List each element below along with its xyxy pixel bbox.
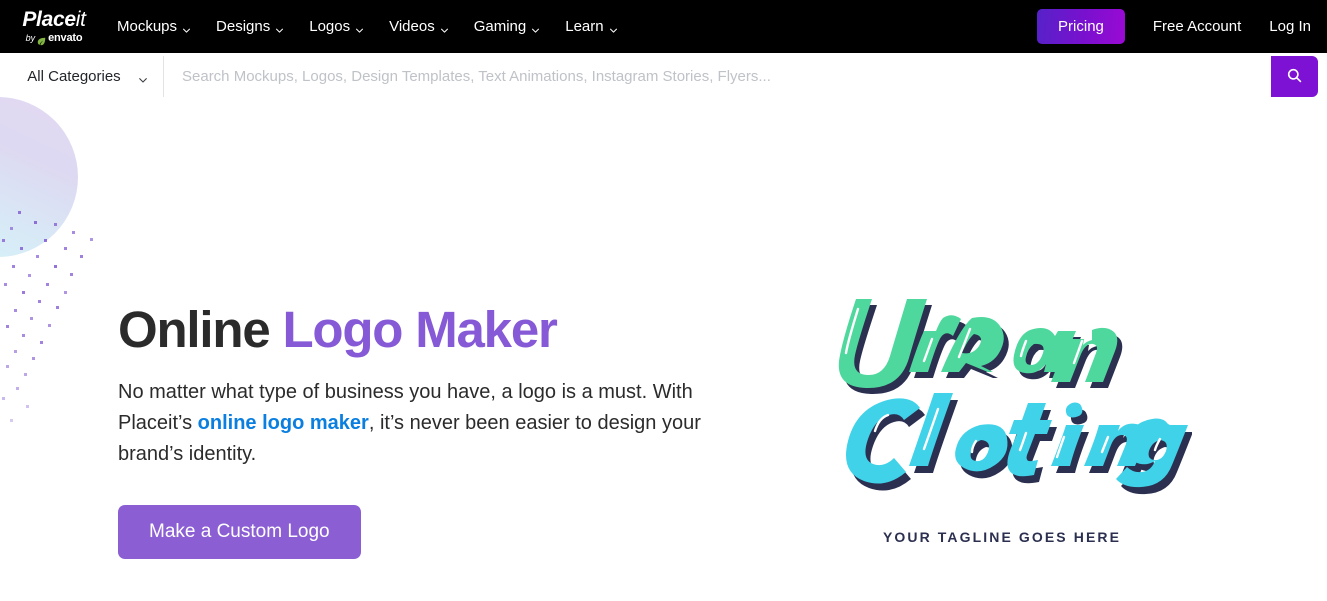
- brand-by-label: by: [25, 33, 36, 43]
- search-bar: All Categories: [12, 56, 1318, 97]
- search-icon: [1286, 67, 1303, 87]
- chevron-down-icon: [182, 22, 191, 33]
- pricing-button[interactable]: Pricing: [1037, 9, 1125, 44]
- chevron-down-icon: [609, 22, 618, 33]
- chevron-down-icon: [138, 72, 148, 83]
- urban-clothing-logo-graphic: .sh { fill: #2c3050; } .gr { fill: #4fd8…: [838, 299, 1192, 495]
- page-title-accent: Logo Maker: [282, 301, 557, 358]
- page-title-plain: Online: [118, 301, 283, 358]
- chevron-down-icon: [531, 22, 540, 33]
- brand-byline: by envato: [25, 32, 83, 46]
- nav-item-learn[interactable]: Learn: [565, 18, 617, 35]
- account-actions: Pricing Free Account Log In: [1037, 9, 1327, 44]
- hero-section: Online Logo Maker No matter what type of…: [0, 97, 1327, 601]
- logo-preview-artwork[interactable]: .sh { fill: #2c3050; } .gr { fill: #4fd8…: [812, 277, 1192, 577]
- category-dropdown-label: All Categories: [27, 68, 121, 85]
- hero-description: No matter what type of business you have…: [118, 377, 718, 470]
- nav-item-label: Logos: [309, 18, 351, 35]
- nav-item-designs[interactable]: Designs: [216, 18, 284, 35]
- make-custom-logo-button[interactable]: Make a Custom Logo: [118, 505, 361, 560]
- chevron-down-icon: [355, 22, 364, 33]
- nav-item-label: Learn: [565, 18, 604, 35]
- leaf-icon: [37, 34, 46, 46]
- brand-name-light: it: [75, 8, 86, 31]
- placeit-logo[interactable]: Placeit by envato: [14, 8, 94, 46]
- nav-item-label: Designs: [216, 18, 271, 35]
- main-menu: Mockups Designs Logos Videos Gaming Lear…: [117, 18, 618, 35]
- nav-item-logos[interactable]: Logos: [309, 18, 364, 35]
- hero-copy: Online Logo Maker No matter what type of…: [118, 302, 738, 560]
- search-input[interactable]: [164, 56, 1271, 97]
- nav-item-label: Gaming: [473, 18, 527, 35]
- category-dropdown[interactable]: All Categories: [12, 56, 164, 97]
- nav-item-label: Mockups: [117, 18, 178, 35]
- free-account-link[interactable]: Free Account: [1153, 18, 1241, 35]
- brand-envato-label: envato: [48, 32, 83, 44]
- nav-item-mockups[interactable]: Mockups: [117, 18, 191, 35]
- brand-name-bold: Place: [22, 8, 76, 31]
- nav-item-videos[interactable]: Videos: [389, 18, 449, 35]
- placeit-logo-maker-page: Placeit by envato Mockups Designs Logos: [0, 0, 1327, 601]
- nav-item-label: Videos: [389, 18, 435, 35]
- online-logo-maker-link[interactable]: online logo maker: [198, 412, 369, 434]
- chevron-down-icon: [275, 22, 284, 33]
- logo-tagline: YOUR TAGLINE GOES HERE: [882, 529, 1122, 545]
- nav-item-gaming[interactable]: Gaming: [474, 18, 541, 35]
- log-in-link[interactable]: Log In: [1269, 18, 1311, 35]
- page-title: Online Logo Maker: [118, 302, 738, 357]
- brand-wordmark: Placeit: [22, 8, 86, 31]
- search-submit-button[interactable]: [1271, 56, 1318, 97]
- chevron-down-icon: [440, 22, 449, 33]
- top-navigation-bar: Placeit by envato Mockups Designs Logos: [0, 0, 1327, 53]
